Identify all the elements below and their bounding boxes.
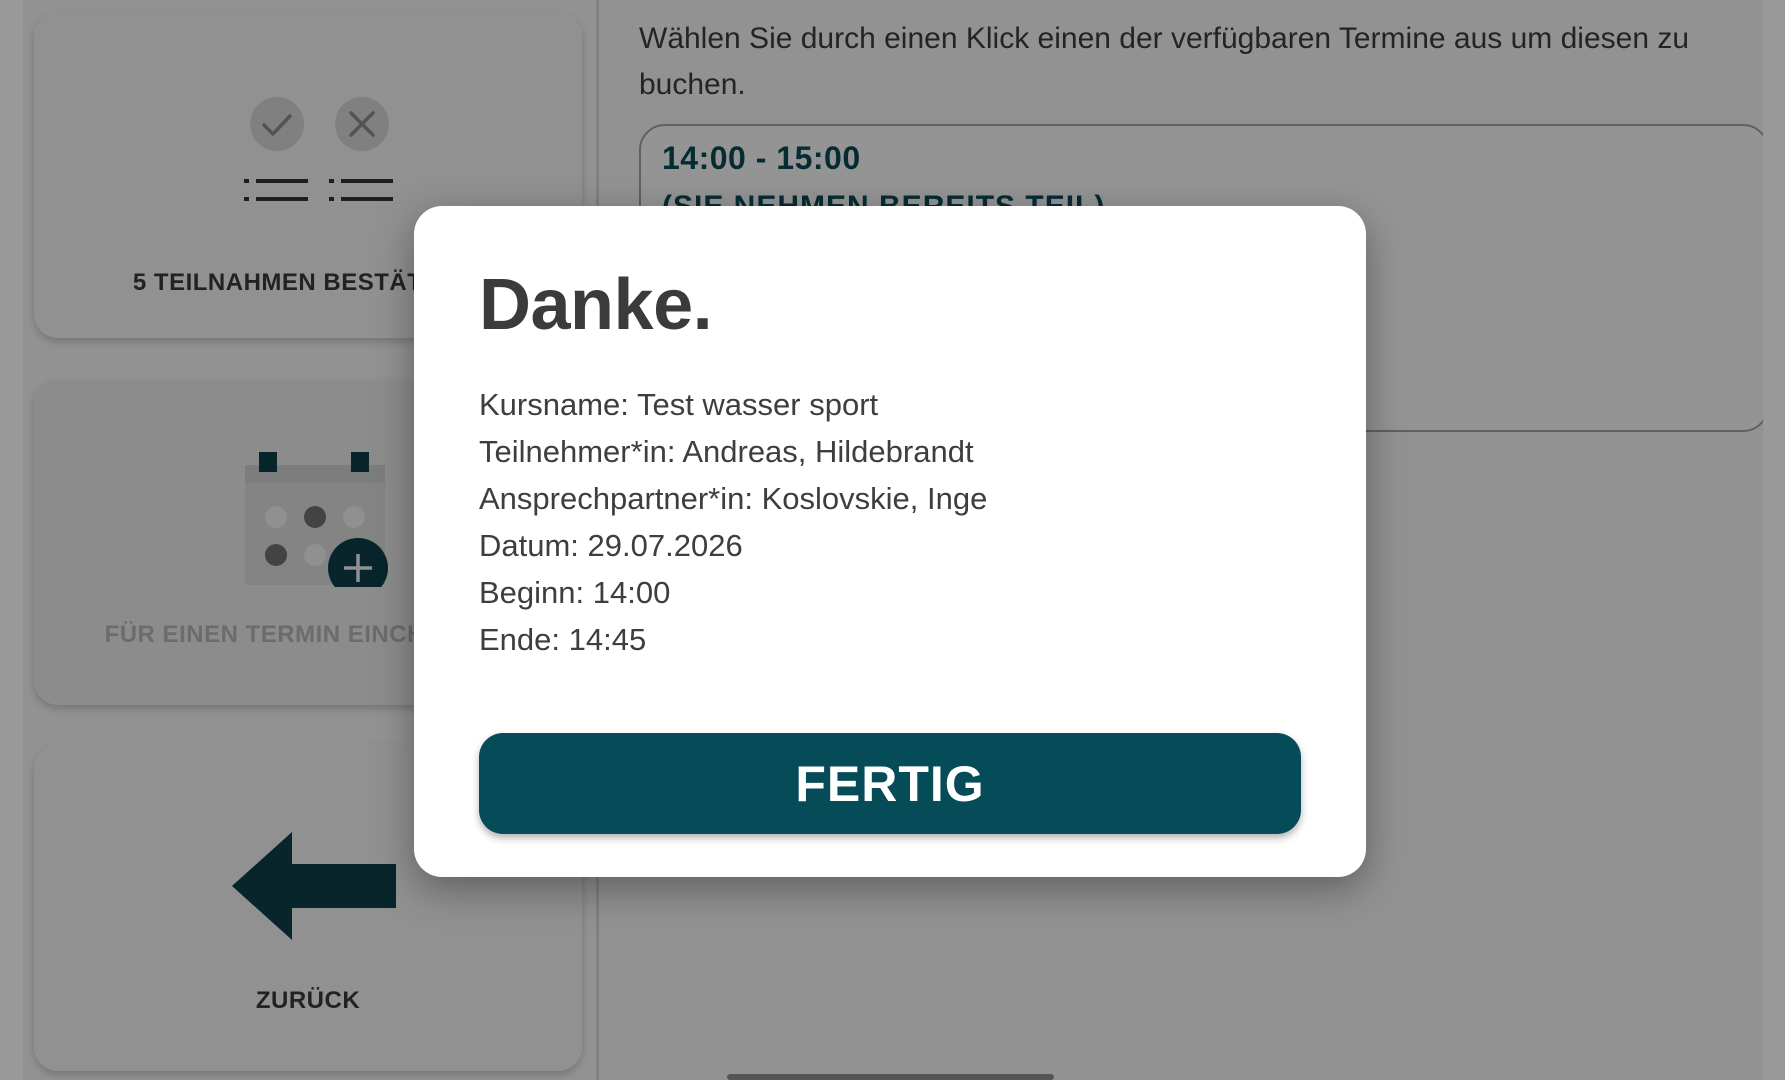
booking-details: Kursname: Test wasser sport Teilnehmer*i… [479, 381, 987, 663]
done-button[interactable]: FERTIG [479, 733, 1301, 834]
confirmation-dialog: Danke. Kursname: Test wasser sport Teiln… [414, 206, 1366, 877]
end-time: Ende: 14:45 [479, 622, 647, 657]
course-name: Kursname: Test wasser sport [479, 387, 879, 422]
participant: Teilnehmer*in: Andreas, Hildebrandt [479, 434, 974, 469]
scroll-indicator [727, 1074, 1054, 1080]
dialog-title: Danke. [479, 265, 713, 345]
contact-person: Ansprechpartner*in: Koslovskie, Inge [479, 481, 988, 516]
date: Datum: 29.07.2026 [479, 528, 743, 563]
start-time: Beginn: 14:00 [479, 575, 671, 610]
